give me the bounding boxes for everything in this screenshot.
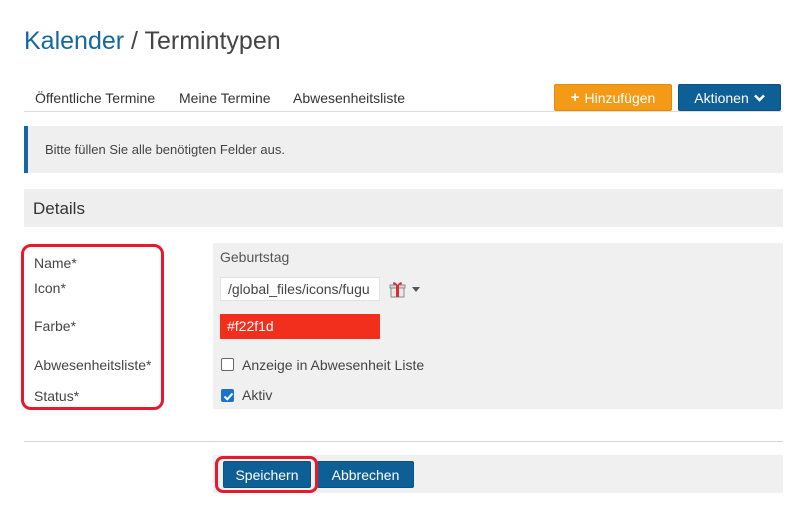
label-icon: Icon* [34, 280, 66, 296]
alert-text: Bitte füllen Sie alle benötigten Felder … [45, 142, 285, 157]
save-button[interactable]: Speichern [223, 461, 311, 488]
tab-absence-list[interactable]: Abwesenheitsliste [293, 90, 405, 106]
info-alert: Bitte füllen Sie alle benötigten Felder … [24, 126, 783, 173]
add-button-label: Hinzufügen [584, 89, 656, 106]
page-title: Kalender / Termintypen [24, 26, 281, 56]
status-checkbox[interactable] [221, 389, 234, 402]
actions-button[interactable]: Aktionen [678, 84, 781, 111]
color-input[interactable]: #f22f1d [220, 314, 380, 339]
plus-icon: + [570, 89, 580, 106]
details-title: Details [33, 199, 85, 218]
page: Kalender / Termintypen Öffentliche Termi… [0, 0, 790, 517]
status-checkbox-label[interactable]: Aktiv [242, 387, 272, 403]
label-color: Farbe* [34, 318, 77, 334]
actions-button-label: Aktionen [694, 89, 749, 106]
breadcrumb-separator: / [124, 27, 145, 55]
absence-list-checkbox[interactable] [221, 358, 234, 371]
tab-public-appointments[interactable]: Öffentliche Termine [35, 90, 155, 106]
icon-dropdown-caret-icon[interactable] [412, 287, 420, 292]
chevron-down-icon [753, 94, 765, 102]
breadcrumb-link-kalender[interactable]: Kalender [24, 27, 124, 55]
gift-icon[interactable] [389, 281, 406, 298]
checkmark-icon [223, 392, 234, 401]
details-header: Details [24, 189, 783, 227]
divider [24, 441, 783, 442]
label-status: Status* [34, 388, 80, 404]
breadcrumb-current: Termintypen [144, 27, 281, 55]
add-button[interactable]: + Hinzufügen [554, 84, 672, 111]
label-absence-list: Abwesenheitsliste* [34, 357, 152, 373]
absence-list-checkbox-label[interactable]: Anzeige in Abwesenheit Liste [242, 357, 424, 373]
cancel-button[interactable]: Abbrechen [317, 461, 414, 488]
label-name: Name* [34, 255, 77, 271]
tab-my-appointments[interactable]: Meine Termine [179, 90, 271, 106]
name-value: Geburtstag [220, 249, 290, 265]
icon-path-input[interactable]: /global_files/icons/fugu [220, 277, 380, 301]
